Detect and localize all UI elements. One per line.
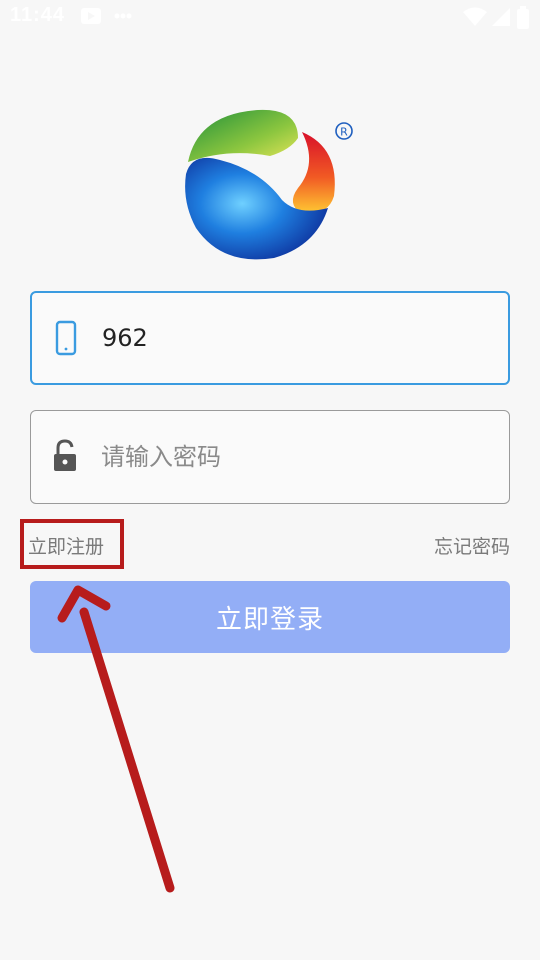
phone-icon (55, 320, 77, 356)
phone-input[interactable] (102, 293, 492, 383)
status-time: 11:44 (10, 4, 66, 26)
password-field[interactable] (30, 410, 510, 504)
annotation-highlight-box (20, 519, 124, 569)
status-bar: 11:44 (0, 0, 540, 36)
signal-icon (492, 8, 510, 26)
phone-field[interactable] (30, 291, 510, 385)
wifi-icon (463, 7, 487, 26)
brand-logo: R (185, 109, 353, 260)
forgot-password-link[interactable]: 忘记密码 (434, 532, 510, 559)
login-button[interactable]: 立即登录 (30, 581, 510, 653)
svg-text:R: R (340, 126, 348, 139)
unlock-icon (54, 439, 76, 471)
notification-icon (114, 13, 132, 19)
media-play-icon (81, 8, 101, 24)
battery-icon (517, 6, 529, 29)
login-screen: 11:44 R 962 立即注册 忘记密码 立即登录 (0, 0, 540, 960)
password-input[interactable] (101, 411, 491, 503)
